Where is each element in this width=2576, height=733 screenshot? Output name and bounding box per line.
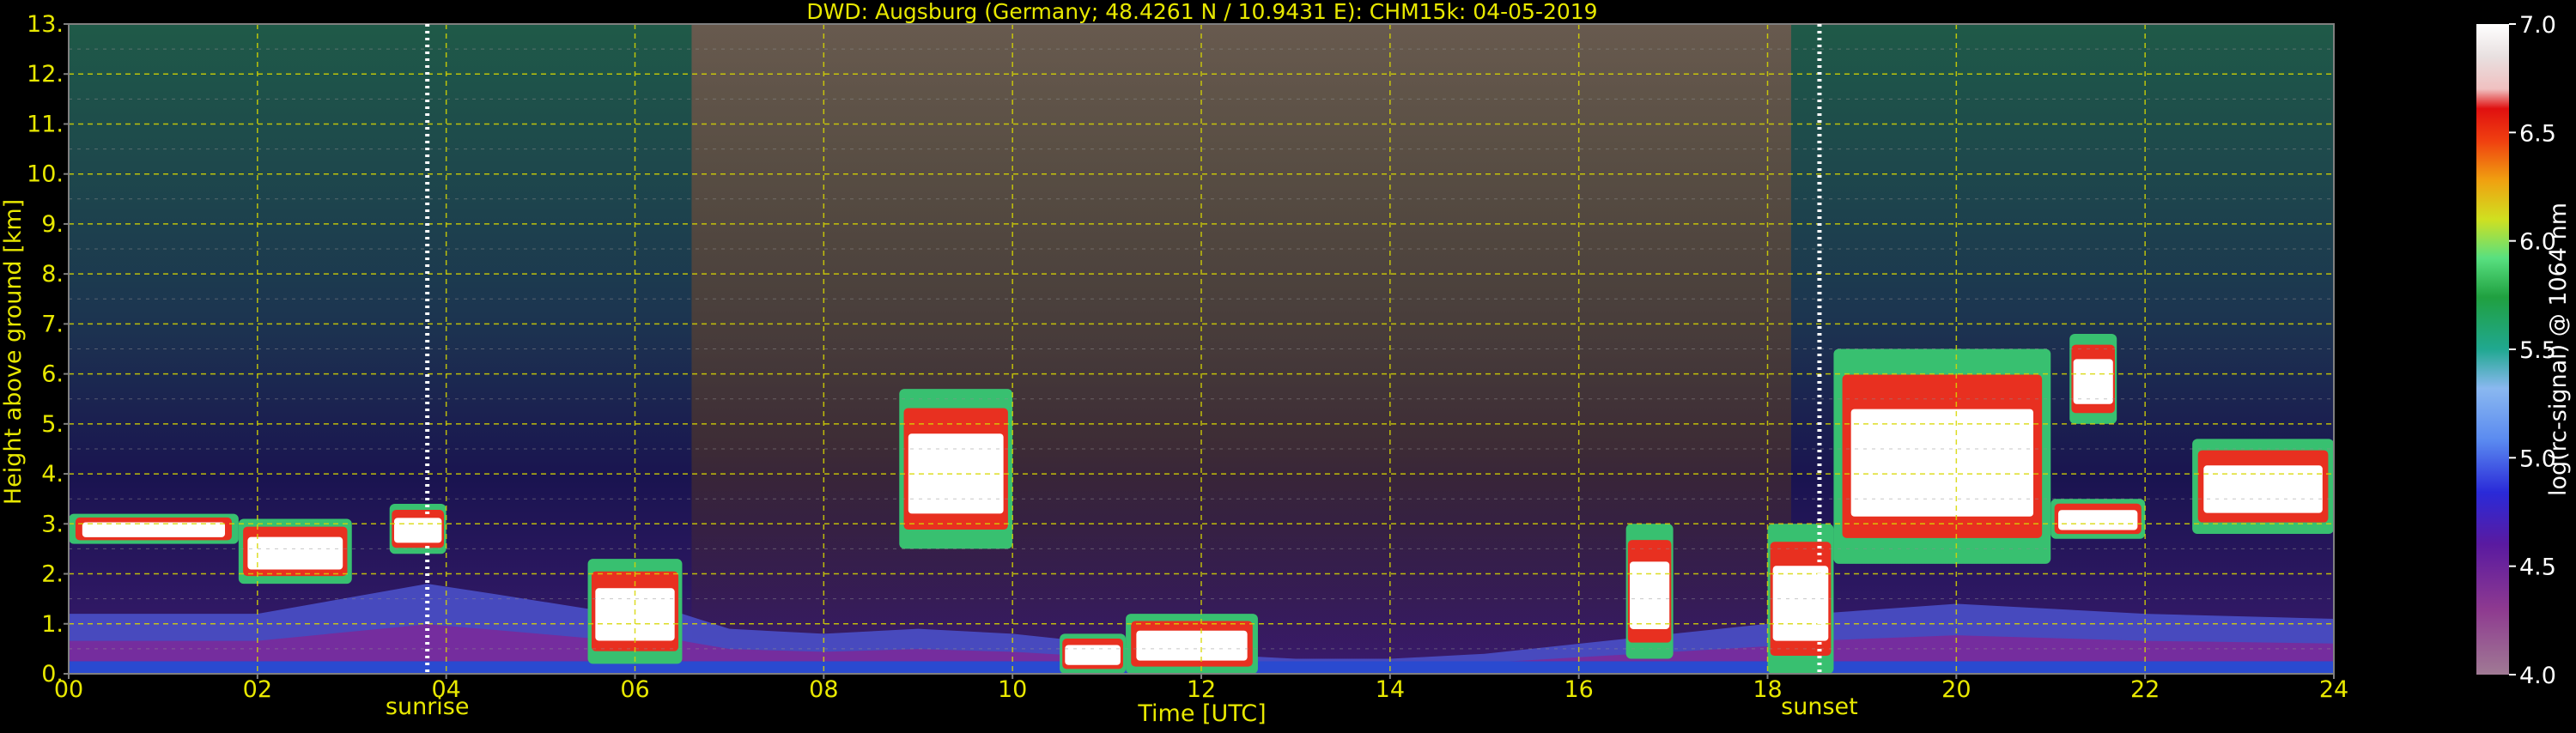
y-axis-label: Height above ground [km] [0,199,27,505]
colorbar: 4.04.55.05.56.06.57.0 log(rc-signal) @ 1… [2476,12,2572,689]
y-tick-label: 6. [41,361,64,388]
x-tick-label: 06 [620,676,649,703]
x-tick-label: 12 [1187,676,1216,703]
y-tick-label: 9. [41,211,64,238]
cloud-core [2203,465,2323,513]
colorbar-tick-label: 4.5 [2519,554,2556,581]
cloud-layer [1126,614,1258,674]
y-tick-label: 13. [27,11,64,38]
cloud-core [1136,630,1248,661]
y-tick-label: 4. [41,461,64,488]
x-tick-label: 04 [431,676,460,703]
sunset-label: sunset [1781,694,1858,720]
y-tick-label: 12. [27,61,64,88]
y-tick-label: 8. [41,261,64,288]
colorbar-tick-label: 6.5 [2519,120,2556,147]
cloud-layer [389,504,447,554]
x-tick-label: 10 [998,676,1027,703]
cloud-layer [69,513,239,544]
cloud-core [2058,510,2138,530]
y-tick-label: 2. [41,561,64,588]
cloud-layer [2069,334,2117,424]
y-tick-label: 11. [27,111,64,137]
x-tick-label: 20 [1941,676,1971,703]
x-tick-label: 18 [1753,676,1782,703]
y-tick-label: 5. [41,411,64,438]
x-axis-label: Time [UTC] [1137,700,1266,727]
y-tick-label: 10. [27,161,64,188]
x-tick-label: 16 [1564,676,1593,703]
colorbar-tick-label: 4.0 [2519,663,2556,689]
cloud-core [82,522,226,537]
cloud-core [1065,645,1121,665]
x-tick-label: 24 [2319,676,2348,703]
x-tick-label: 08 [809,676,838,703]
y-tick-label: 1. [41,611,64,638]
cloud-core [393,518,442,543]
cloud-layer [2050,499,2146,539]
chart-title: DWD: Augsburg (Germany; 48.4261 N / 10.9… [806,0,1597,24]
cloud-layer [1833,348,2051,564]
colorbar-tick-label: 7.0 [2519,12,2556,39]
y-tick-label: 0. [41,661,64,688]
colorbar-label: log(rc-signal) @ 1064 nm [2545,203,2572,496]
cloud-layer [1625,524,1674,659]
cloud-layer [1060,633,1127,674]
y-axis: 0. 1. 2. 3. 4. 5. 6. 7. 8. 9. 10. 11. 12. 13. [27,11,69,688]
y-tick-label: 3. [41,511,64,537]
cloud-core [247,536,343,570]
y-tick-label: 7. [41,311,64,337]
colorbar-gradient [2476,24,2509,675]
cloud-core [1850,409,2034,517]
x-tick-label: 14 [1376,676,1405,703]
chart-svg: DWD: Augsburg (Germany; 48.4261 N / 10.9… [0,0,2572,727]
cloud-core [1630,561,1670,629]
x-tick-label: 02 [243,676,272,703]
ceilometer-chart: DWD: Augsburg (Germany; 48.4261 N / 10.9… [0,0,2576,730]
cloud-layer [899,389,1013,549]
x-tick-label: 22 [2130,676,2160,703]
cloud-core [2073,359,2113,404]
cloud-layer [2192,439,2334,534]
